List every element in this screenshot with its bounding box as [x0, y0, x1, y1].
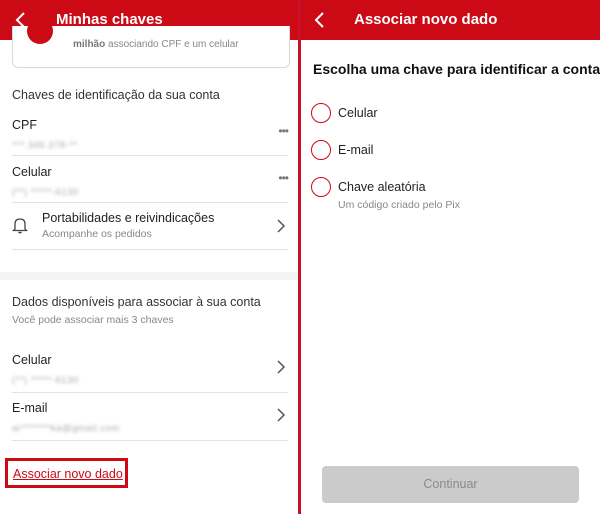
available-label: Celular [12, 353, 52, 367]
available-value: ar*******ka@gmail.com [12, 423, 120, 434]
chevron-right-icon [276, 218, 286, 234]
key-label: Celular [12, 165, 52, 179]
choose-key-heading: Escolha uma chave para identificar a con… [313, 61, 600, 77]
available-label: E-mail [12, 401, 48, 415]
back-arrow-icon[interactable] [313, 10, 327, 30]
promo-icon [27, 18, 53, 44]
promo-card[interactable]: milhão associando CPF e um celular [12, 18, 290, 68]
radio-celular[interactable] [311, 103, 331, 123]
more-dots-icon[interactable]: ••• [278, 171, 289, 185]
option-label: E-mail [338, 143, 374, 157]
section-divider [0, 272, 298, 280]
option-random-key[interactable]: Chave aleatória Um código criado pelo Pi… [311, 177, 581, 217]
available-section-sub: Você pode associar mais 3 chaves [12, 314, 174, 326]
portability-sub: Acompanhe os pedidos [42, 228, 152, 240]
radio-email[interactable] [311, 140, 331, 160]
radio-random-key[interactable] [311, 177, 331, 197]
keys-section-title: Chaves de identificação da sua conta [12, 88, 220, 102]
key-value: ***.346.378-** [12, 140, 78, 151]
promo-text: milhão associando CPF e um celular [73, 39, 239, 50]
option-celular[interactable]: Celular [311, 103, 581, 127]
key-value: (**) *****-6130 [12, 187, 79, 198]
option-sub: Um código criado pelo Pix [338, 199, 460, 211]
app-bar: Associar novo dado [301, 0, 600, 40]
key-row-celular[interactable]: Celular (**) *****-6130 ••• [12, 165, 289, 203]
available-row-celular[interactable]: Celular (**) *****-6130 [12, 353, 288, 393]
option-email[interactable]: E-mail [311, 140, 581, 164]
portability-label: Portabilidades e reivindicações [42, 211, 215, 225]
associate-new-link[interactable]: Associar novo dado [13, 467, 123, 481]
option-label: Celular [338, 106, 378, 120]
page-title: Associar novo dado [354, 11, 498, 28]
portability-row[interactable]: Portabilidades e reivindicações Acompanh… [11, 210, 288, 250]
left-screen: Minhas chaves milhão associando CPF e um… [0, 0, 298, 514]
chevron-right-icon [276, 407, 286, 423]
available-value: (**) *****-6130 [12, 375, 79, 386]
highlight-box: Associar novo dado [5, 458, 128, 488]
more-dots-icon[interactable]: ••• [278, 124, 289, 138]
continue-button[interactable]: Continuar [322, 466, 579, 503]
option-label: Chave aleatória [338, 180, 426, 194]
available-section-title: Dados disponíveis para associar à sua co… [12, 295, 261, 309]
chevron-right-icon [276, 359, 286, 375]
right-screen: Associar novo dado Escolha uma chave par… [301, 0, 600, 514]
key-label: CPF [12, 118, 37, 132]
available-row-email[interactable]: E-mail ar*******ka@gmail.com [12, 401, 288, 441]
bell-icon [11, 216, 29, 234]
key-row-cpf[interactable]: CPF ***.346.378-** ••• [12, 118, 289, 156]
